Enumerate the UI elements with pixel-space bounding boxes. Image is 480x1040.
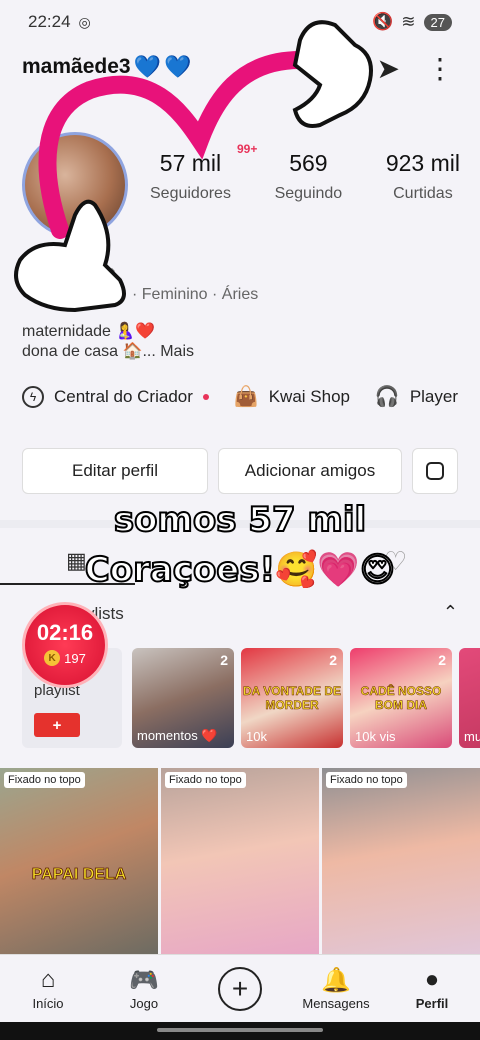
playlist-card[interactable]: 2 momentos ❤️ — [132, 648, 234, 748]
playlist-card[interactable]: mu — [459, 648, 480, 748]
overlay-caption: Coraçoes!🥰💗😍 — [84, 549, 396, 591]
video-thumbnail[interactable]: Fixado no topo PAPAI DELA — [0, 768, 158, 954]
pinned-badge: Fixado no topo — [326, 772, 407, 788]
nav-game[interactable]: 🎮 Jogo — [104, 966, 184, 1011]
nav-home[interactable]: ⌂ Início — [8, 966, 88, 1011]
nav-messages-label: Mensagens — [302, 996, 370, 1011]
nav-game-label: Jogo — [129, 996, 159, 1011]
playlist-label: momentos ❤️ — [137, 728, 218, 743]
pinned-badge: Fixado no topo — [4, 772, 85, 788]
add-playlist-button[interactable]: + — [34, 713, 80, 737]
video-caption: PAPAI DELA — [31, 866, 127, 884]
playlist-count: 2 — [329, 652, 337, 668]
pinned-badge: Fixado no topo — [165, 772, 246, 788]
overlay-caption: somos 57 mil — [113, 499, 367, 541]
playlist-card[interactable]: 2 CADÊ NOSSO BOM DIA 10k vis — [350, 648, 452, 748]
home-icon: ⌂ — [40, 966, 56, 993]
nav-home-label: Início — [32, 996, 64, 1011]
playlist-count: 2 — [220, 652, 228, 668]
bell-icon: 🔔 — [321, 967, 351, 994]
chevron-up-icon[interactable]: ⌃ — [443, 602, 458, 623]
playlist-label: 10k vis — [355, 729, 396, 744]
playlist-label: 10k — [246, 729, 267, 744]
nav-messages[interactable]: 🔔 Mensagens — [296, 966, 376, 1011]
timer-time: 02:16 — [36, 620, 94, 645]
timer-coins: K 197 — [25, 650, 105, 666]
playlist-card[interactable]: 2 DA VONTADE DE MORDER 10k — [241, 648, 343, 748]
nav-profile[interactable]: ● Perfil — [392, 966, 472, 1011]
user-icon: ● — [424, 966, 440, 993]
video-thumbnail[interactable]: Fixado no topo — [322, 768, 480, 954]
pointing-hand-icon — [292, 20, 373, 128]
playlist-label: mu — [464, 729, 480, 744]
coin-icon: K — [44, 650, 61, 666]
playlist-count: 2 — [438, 652, 446, 668]
coin-count: 197 — [64, 650, 86, 666]
plus-icon: + — [218, 966, 262, 1011]
gamepad-icon: 🎮 — [129, 967, 159, 994]
home-gesture-pill[interactable] — [157, 1028, 323, 1032]
nav-create[interactable]: + — [200, 966, 280, 1011]
bottom-navigation: ⌂ Início 🎮 Jogo + 🔔 Mensagens ● Perfil — [0, 954, 480, 1022]
playlist-title: DA VONTADE DE MORDER — [242, 684, 342, 713]
reward-timer[interactable]: 02:16 K 197 — [22, 602, 108, 688]
playlist-title: CADÊ NOSSO BOM DIA — [360, 684, 442, 713]
video-thumbnail[interactable]: Fixado no topo — [161, 768, 319, 954]
nav-profile-label: Perfil — [415, 996, 449, 1011]
pointing-hand-icon — [14, 199, 126, 313]
